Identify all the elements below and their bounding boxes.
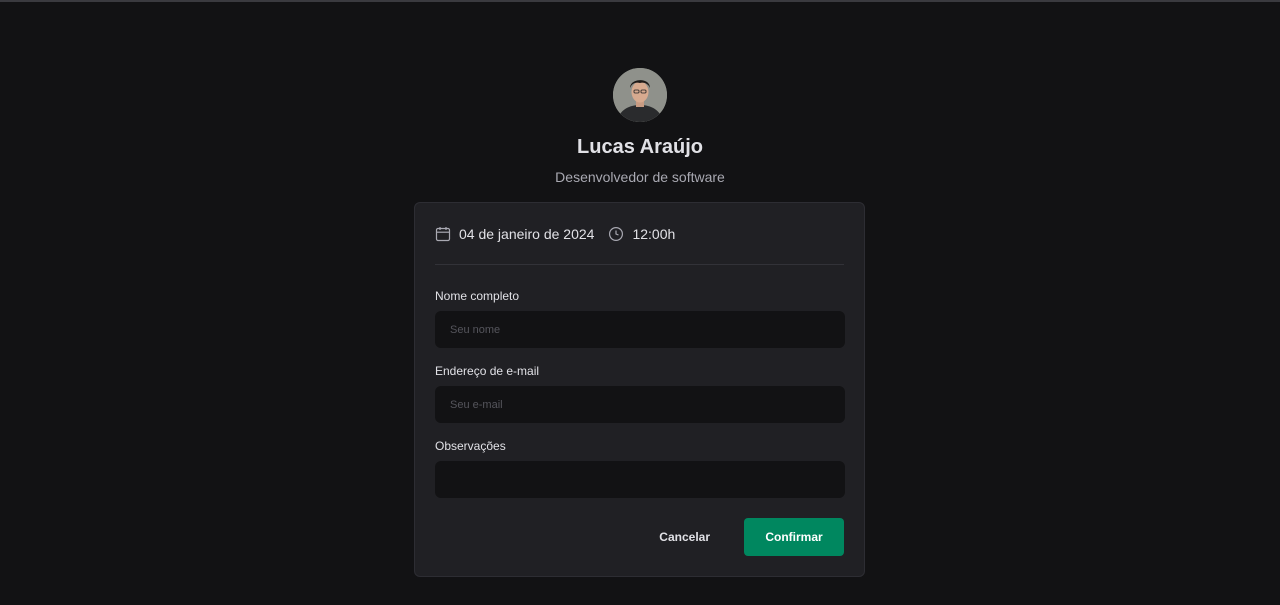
- email-label: Endereço de e-mail: [435, 364, 540, 378]
- form-actions: Cancelar Confirmar: [435, 518, 844, 556]
- cancel-button[interactable]: Cancelar: [643, 518, 726, 556]
- schedule-time: 12:00h: [608, 226, 675, 242]
- profile-header: Lucas Araújo Desenvolvedor de software: [0, 68, 1280, 186]
- clock-icon: [609, 226, 624, 241]
- window-top-border: [0, 0, 1280, 2]
- booking-form-card: 04 de janeiro de 2024 12:00h Nome comple…: [414, 202, 865, 577]
- schedule-summary: 04 de janeiro de 2024 12:00h: [435, 203, 844, 265]
- avatar: [613, 68, 667, 122]
- notes-textarea[interactable]: [435, 461, 845, 498]
- schedule-date-text: 04 de janeiro de 2024: [459, 225, 595, 242]
- name-label: Nome completo: [435, 289, 520, 303]
- profile-role: Desenvolvedor de software: [555, 169, 725, 185]
- schedule-time-text: 12:00h: [632, 225, 676, 242]
- profile-name: Lucas Araújo: [577, 136, 703, 158]
- email-input[interactable]: [435, 386, 845, 423]
- notes-label: Observações: [435, 439, 506, 453]
- confirm-button[interactable]: Confirmar: [744, 518, 844, 556]
- name-input[interactable]: [435, 311, 845, 348]
- calendar-icon: [435, 226, 451, 241]
- schedule-date: 04 de janeiro de 2024: [435, 226, 594, 242]
- avatar-photo: [613, 68, 667, 122]
